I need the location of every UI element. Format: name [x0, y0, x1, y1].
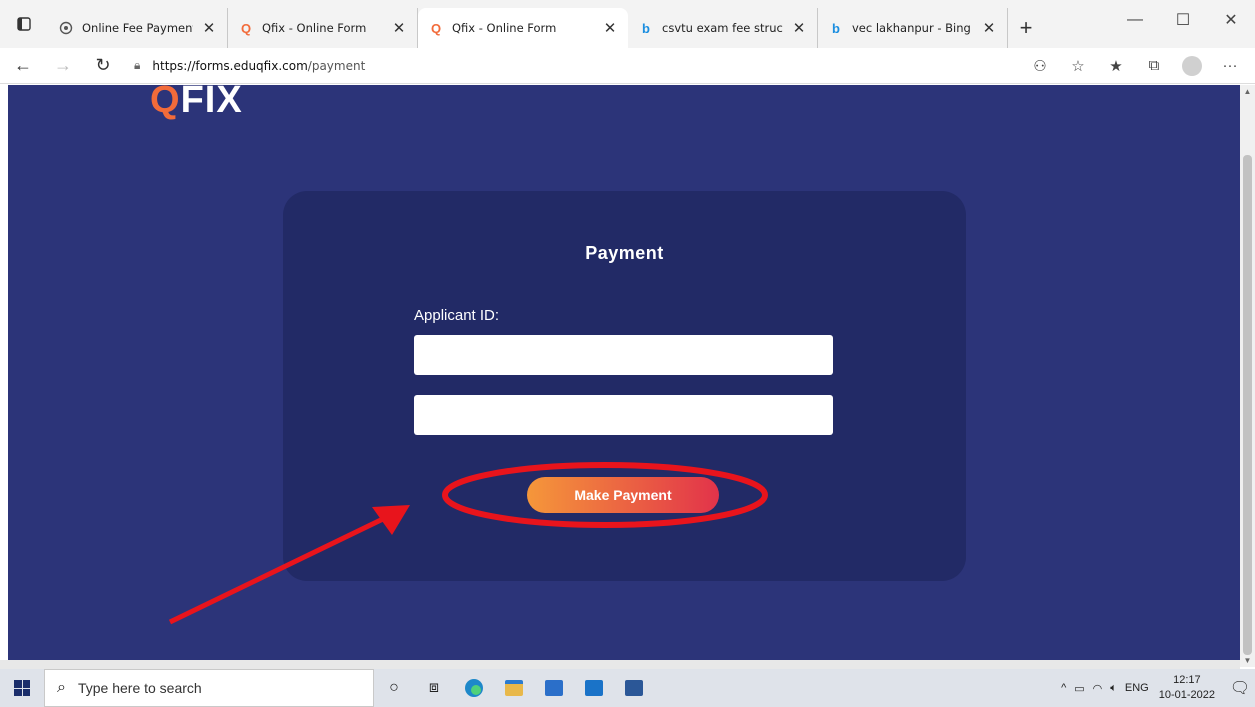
tab-title: Qfix - Online Form [262, 21, 367, 35]
chevron-up-icon[interactable]: ^ [1061, 682, 1066, 694]
tab-online-fee-payment[interactable]: Online Fee Payment – Chh ✕ [48, 8, 228, 48]
forward-button[interactable]: → [46, 50, 80, 82]
tab-title: csvtu exam fee structur - B [662, 21, 783, 35]
scroll-down-icon[interactable]: ▼ [1240, 656, 1255, 665]
clock-date: 10-01-2022 [1158, 689, 1215, 701]
windows-taskbar: ⌕ Type here to search ○ ⧈ ^ ▭ ◠ 🔈︎ ENG 1… [0, 669, 1255, 707]
store-icon[interactable] [534, 669, 574, 707]
system-tray: ^ ▭ ◠ 🔈︎ ENG 12:17 10-01-2022 🗨︎ [1057, 669, 1255, 707]
bing-icon: b [832, 20, 840, 36]
address-bar-row: ← → ↻ 🔒︎ https://forms.eduqfix.com/payme… [0, 48, 1255, 84]
tab-title: Qfix - Online Form [452, 21, 557, 35]
search-placeholder: Type here to search [77, 680, 202, 696]
applicant-id-label: Applicant ID: [414, 307, 500, 324]
url-field[interactable]: 🔒︎ https://forms.eduqfix.com/payment [134, 58, 1021, 73]
lock-icon: 🔒︎ [134, 58, 141, 72]
collections-icon[interactable]: ⧉ [1135, 50, 1173, 82]
logo-text: FIX [180, 85, 243, 121]
tab-qfix-online-form-1[interactable]: Q Qfix - Online Form ✕ [228, 8, 418, 48]
favorites-icon[interactable]: ★ [1097, 50, 1135, 82]
url-host: https://forms.eduqfix.com [152, 58, 308, 73]
wifi-icon[interactable]: ◠ [1093, 682, 1103, 695]
add-favorite-icon[interactable]: ☆ [1059, 50, 1097, 82]
bing-icon: b [642, 20, 650, 36]
gear-icon [58, 20, 74, 36]
refresh-button[interactable]: ↻ [86, 50, 120, 82]
close-icon[interactable]: ✕ [981, 19, 997, 37]
payment-card: Payment Applicant ID: Make Payment [283, 191, 966, 581]
read-aloud-icon[interactable]: ⚇ [1021, 50, 1059, 82]
back-button[interactable]: ← [6, 50, 40, 82]
mail-icon[interactable] [574, 669, 614, 707]
scroll-thumb[interactable] [1243, 155, 1252, 655]
forward-arrow-icon: → [54, 55, 72, 75]
logo-prefix: Q [150, 85, 181, 121]
payment-heading: Payment [585, 243, 664, 263]
close-icon[interactable]: ✕ [201, 19, 217, 37]
volume-icon[interactable]: 🔈︎ [1110, 682, 1117, 695]
minimize-button[interactable]: — [1111, 0, 1159, 40]
plus-icon: + [1019, 15, 1033, 40]
battery-icon[interactable]: ▭ [1074, 682, 1084, 695]
vertical-scrollbar[interactable]: ▲ ▼ [1240, 85, 1255, 667]
tab-vec-lakhanpur[interactable]: b vec lakhanpur - Bing ✕ [818, 8, 1008, 48]
maximize-button[interactable]: ☐ [1159, 0, 1207, 40]
qfix-icon: Q [240, 20, 252, 36]
applicant-id-input[interactable] [414, 335, 833, 375]
new-tab-button[interactable]: + [1008, 8, 1044, 48]
back-arrow-icon: ← [14, 55, 32, 75]
word-icon[interactable] [614, 669, 654, 707]
tab-actions-icon [17, 17, 31, 31]
taskbar-search[interactable]: ⌕ Type here to search [44, 669, 374, 707]
window-controls: — ☐ ✕ [1111, 0, 1255, 40]
second-input[interactable] [414, 395, 833, 435]
tab-title: vec lakhanpur - Bing [852, 21, 971, 35]
tab-title: Online Fee Payment – Chh [82, 21, 193, 35]
start-button[interactable] [0, 669, 44, 707]
notification-center-icon[interactable]: 🗨︎ [1225, 669, 1255, 707]
profile-avatar[interactable] [1182, 55, 1202, 76]
tab-csvtu-exam-fee[interactable]: b csvtu exam fee structur - B ✕ [628, 8, 818, 48]
qfix-logo: QFIX [150, 85, 243, 122]
close-icon[interactable]: ✕ [791, 19, 807, 37]
tab-qfix-online-form-active[interactable]: Q Qfix - Online Form ✕ [418, 8, 628, 48]
make-payment-button[interactable]: Make Payment [527, 477, 719, 513]
toolbar-buttons: ⚇ ☆ ★ ⧉ ··· [1021, 50, 1249, 82]
cortana-icon[interactable]: ○ [374, 669, 414, 707]
refresh-icon: ↻ [95, 55, 111, 75]
task-view-icon[interactable]: ⧈ [414, 669, 454, 707]
language-indicator[interactable]: ENG [1125, 682, 1149, 694]
scroll-up-icon[interactable]: ▲ [1240, 87, 1255, 96]
horizontal-scrollbar[interactable] [0, 660, 1240, 669]
close-icon[interactable]: ✕ [391, 19, 407, 37]
search-icon: ⌕ [57, 679, 66, 696]
windows-logo-icon [14, 680, 30, 696]
file-explorer-icon[interactable] [494, 669, 534, 707]
close-window-button[interactable]: ✕ [1207, 0, 1255, 40]
more-menu-icon[interactable]: ··· [1211, 50, 1249, 82]
qfix-icon: Q [430, 20, 442, 36]
close-icon[interactable]: ✕ [602, 19, 618, 37]
tab-actions-button[interactable] [0, 0, 48, 48]
clock[interactable]: 12:17 10-01-2022 [1159, 673, 1215, 703]
page-content: QFIX Payment Applicant ID: Make Payment [8, 85, 1240, 667]
url-path: /payment [307, 58, 366, 73]
edge-icon[interactable] [454, 669, 494, 707]
clock-time: 12:17 [1173, 674, 1201, 686]
browser-tab-bar: Online Fee Payment – Chh ✕ Q Qfix - Onli… [0, 0, 1255, 48]
